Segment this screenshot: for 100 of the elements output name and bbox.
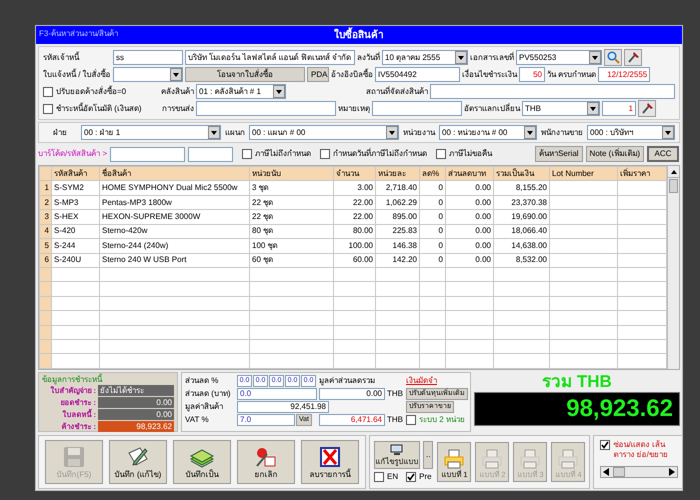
dropdown[interactable]: PV550253 [516,50,602,65]
dropdown[interactable] [113,67,183,82]
field-label: การขนส่ง [161,102,194,114]
text-field[interactable]: 50 [519,67,545,82]
scroll-left-icon[interactable] [603,468,610,476]
field-label: VAT % [185,414,210,426]
book-stack-icon [189,447,215,469]
dropdown[interactable]: 01 : คลังสินค้า # 1 [196,84,286,99]
dropdown[interactable]: 00 : แผนก # 00 [249,125,399,140]
dropdown[interactable]: 00 : หน่วยงาน # 00 [439,125,537,140]
dropdown[interactable]: 00 : ฝ่าย 1 [81,125,221,140]
checkbox[interactable] [320,149,330,159]
toolbar-button[interactable]: บันทึกเป็น [173,440,231,484]
toolbar-button[interactable]: ลบรายการนี้ [301,440,359,484]
monitor-icon [390,444,404,456]
checkbox-label: ภาษีไม่ถึงกำหนด [255,148,312,160]
checkbox-label: ซ่อน/แสดง เส้นตาราง ย่อ/ขยาย [613,440,669,460]
text-field[interactable]: 0.0 [237,388,317,400]
push-button[interactable]: PDA [307,67,329,82]
table-cell: S-420 [52,224,100,239]
table-cell: 60.00 [334,253,376,268]
checkbox[interactable] [406,414,416,424]
table-cell: 146.38 [376,238,420,254]
text-field[interactable] [188,146,234,162]
push-button[interactable]: ค้นหาSerial [535,146,583,162]
table-cell: 80.00 [334,224,376,239]
push-button[interactable]: โอนจากใบสั่งซื้อ [185,67,305,82]
table-cell: 8,532.00 [494,253,550,268]
checkbox[interactable] [436,149,446,159]
column-header: รวมเป็นเงิน [494,166,550,181]
text-field[interactable]: 1 [602,101,636,116]
search-icon [606,51,620,64]
column-header: หน่วยละ [376,166,420,181]
table-cell: 1,062.29 [376,195,420,210]
table-cell: 60 ชุด [250,253,334,268]
text-field[interactable] [430,84,675,99]
text-field[interactable]: 7.0 [237,414,295,426]
field-label: หมายเหตุ [338,102,370,114]
toolbar-button[interactable]: ยกเลิก [237,440,295,484]
checkbox[interactable] [600,440,610,450]
checkbox[interactable] [43,86,53,96]
scrollbar-thumb[interactable] [669,179,678,193]
text-field[interactable] [110,146,186,162]
text-field[interactable] [372,101,462,116]
checkbox[interactable] [43,104,53,114]
table-cell: 80 ชุด [250,224,334,239]
printer-icon [443,448,466,469]
checkbox[interactable] [242,149,252,159]
text-field[interactable]: 6,471.64 [319,414,385,426]
search-button[interactable] [604,49,622,66]
push-button[interactable]: ACC [647,146,679,162]
scrollbar-thumb[interactable] [613,467,626,477]
table-cell: 2,718.40 [376,180,420,196]
table-cell: 19,690.00 [494,210,550,224]
shortcut-hint: F3-ค้นหาส่วนงาน/สินค้า [39,28,118,40]
table-cell: 0.00 [446,253,494,268]
table-cell: Sterno-420w [100,224,250,239]
table-cell: S-MP3 [52,195,100,210]
table-cell: Sterno-244 (240w) [100,238,250,254]
field-label: ลงวันที่ [357,52,380,64]
field-label: มูลค่าสินค้า [185,400,224,412]
printer-icon [481,448,504,469]
dropdown[interactable]: THB [522,101,600,116]
dropdown[interactable]: 10 ตุลาคม 2555 [382,50,468,65]
deposit-link[interactable]: เงินมัดจำ [406,374,437,386]
column-header: หน่วยนับ [250,166,334,181]
dropdown[interactable]: 000 : บริษัทฯ [587,125,675,140]
horizontal-scrollbar[interactable] [600,466,678,478]
field-label: คลังสินค้า [160,86,194,98]
table-cell: 8,155.20 [494,180,550,196]
field-label: THB [387,414,404,426]
total-amount: 98,923.62 [474,392,680,426]
field-label: ส่วนลด (บาท) [185,388,232,400]
tool-button[interactable] [638,100,656,117]
field-label: หน่วยงาน [403,126,435,138]
toolbar-button[interactable]: บันทึก (แก้ไข) [109,440,167,484]
checkbox[interactable] [406,472,416,482]
checkbox[interactable] [374,472,384,482]
value-field: ยังไม่ได้ชำระ [98,385,174,396]
text-field[interactable]: 0.00 [319,388,385,400]
text-field[interactable]: 92,451.98 [237,400,329,412]
vertical-scrollbar[interactable] [667,166,679,369]
table-cell: 0.00 [446,224,494,239]
table-cell: 0.00 [446,180,494,196]
text-field[interactable]: IV5504492 [375,67,460,82]
table-cell: HOME SYMPHONY Dual Mic2 5500w [100,180,250,196]
value-field: 0.00 [98,409,174,420]
text-field[interactable]: บริษัท โมเดอร์น ไลฟสไตล์ แอนด์ ฟิตเนทส์ จำกัด [185,50,355,65]
column-header: ลด% [420,166,446,181]
scroll-right-icon[interactable] [669,468,676,476]
push-button[interactable]: Note (เพิ่มเติม) [586,146,644,162]
field-label: เงื่อนไขชำระเงิน [462,68,517,80]
text-field[interactable]: 12/12/2555 [598,67,650,82]
text-field[interactable] [196,101,336,116]
tool-button[interactable] [624,49,642,66]
table-cell: 100.00 [334,238,376,254]
row-number-cell: 4 [40,224,52,239]
scroll-up-icon[interactable] [670,170,676,174]
text-field[interactable]: ss [113,50,183,65]
more-button[interactable]: .. [423,441,434,469]
